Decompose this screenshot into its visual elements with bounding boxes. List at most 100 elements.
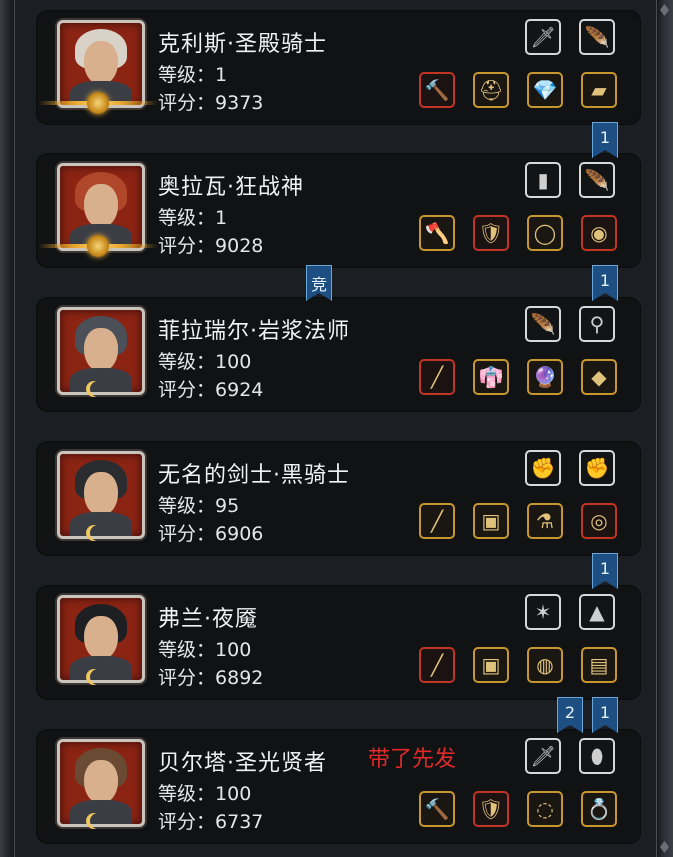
necklace-icon: ⚲ [589,312,605,336]
equipment-slot[interactable]: 🛡 [473,215,509,251]
hero-score: 评分：9028 [158,231,263,258]
bracelet-icon: ◌ [536,797,554,821]
equipment-slot[interactable]: ✶ [525,594,561,630]
equipment-slot[interactable]: ▲ [579,594,615,630]
hero-level: 等级：100 [158,779,251,806]
equipment-slot[interactable]: ◌ [527,791,563,827]
score-label: 评分： [158,235,216,257]
hero-card[interactable]: 无名的剑士·黑骑士 等级：95 评分：6906 ✊ ✊ ╱ ▣ ⚗ ◎ [36,441,641,556]
level-value: 1 [215,64,228,86]
score-label: 评分： [158,523,216,545]
equipment-slot[interactable]: 🔨 [419,791,455,827]
equipment-slot[interactable]: 👘 [473,359,509,395]
level-value: 100 [215,351,252,373]
equipment-slot[interactable]: ⬮ [579,738,615,774]
score-value: 6906 [215,523,264,545]
level-label: 等级： [158,64,216,86]
equipment-slot[interactable]: ▮ [525,162,561,198]
axe-icon: 🪓 [424,221,450,245]
score-label: 评分： [158,811,216,833]
hero-name: 贝尔塔·圣光贤者 [158,751,327,776]
equipment-slot[interactable]: ◆ [581,359,617,395]
potion-icon: ⚗ [536,509,554,533]
moon-badge-icon [90,813,106,829]
equipment-slot[interactable]: 💎 [527,72,563,108]
equipment-slot[interactable]: ⚗ [527,503,563,539]
level-value: 95 [215,495,240,517]
cloak-icon: ▤ [589,653,609,677]
spear-icon: ╱ [430,509,444,533]
gem-icon: 💎 [532,78,558,102]
hero-card[interactable]: 奥拉瓦·狂战神 等级：1 评分：9028 ▮ 🪶 🪓 🛡 ◯ ◉ [36,153,641,268]
hero-card[interactable]: 贝尔塔·圣光贤者 等级：100 评分：6737 带了先发 🗡 ⬮ 🔨 🛡 ◌ 💍 [36,729,641,844]
scroll-down-arrow-icon[interactable] [660,841,669,853]
score-value: 9028 [215,235,264,257]
equipment-slot[interactable]: ╱ [419,503,455,539]
equipment-slot[interactable]: 🔨 [419,72,455,108]
hero-level: 等级：1 [158,60,227,87]
score-label: 评分： [158,92,216,114]
helmet-icon: ⛑ [478,78,504,102]
hero-score: 评分：9373 [158,88,263,115]
level-label: 等级： [158,783,216,805]
left-frame-border [0,0,15,857]
score-label: 评分： [158,667,216,689]
equipment-slot[interactable]: ╱ [419,359,455,395]
portrait-face [84,328,118,372]
equipment-slot[interactable]: ⚲ [579,306,615,342]
hero-name: 菲拉瑞尔·岩浆法师 [158,319,350,344]
equipment-slot[interactable]: 🪓 [419,215,455,251]
hero-name: 弗兰·夜魇 [158,607,258,632]
equipment-slot[interactable]: 🪶 [579,162,615,198]
equipment-slot[interactable]: 💍 [581,791,617,827]
hero-name: 无名的剑士·黑骑士 [158,463,350,488]
equipment-slot[interactable]: ⛑ [473,72,509,108]
count-ribbon-tag: 2 [557,697,583,733]
equipment-slot[interactable]: ╱ [419,647,455,683]
sigil-icon: ✶ [534,600,552,624]
equipment-slot[interactable]: 🔮 [527,359,563,395]
chestplate-icon: ▣ [481,509,501,533]
hero-card[interactable]: 菲拉瑞尔·岩浆法师 等级：100 评分：6924 🪶 ⚲ ╱ 👘 🔮 ◆ [36,297,641,412]
hero-card[interactable]: 弗兰·夜魇 等级：100 评分：6892 ✶ ▲ ╱ ▣ ◍ ▤ [36,585,641,700]
equipment-slot[interactable]: ✊ [525,450,561,486]
equipment-slot[interactable]: ▣ [473,503,509,539]
equipment-slot[interactable]: ✊ [579,450,615,486]
bracer-icon: ▰ [591,78,607,102]
hero-card[interactable]: 克利斯·圣殿骑士 等级：1 评分：9373 🗡 🪶 🔨 ⛑ 💎 ▰ [36,10,641,125]
right-scrollbar[interactable] [656,0,673,857]
feather-icon: 🪶 [584,168,610,192]
scroll-up-arrow-icon[interactable] [660,4,669,16]
lance-icon: ╱ [430,653,444,677]
medallion-icon: ◎ [590,509,608,533]
equipment-slot[interactable]: ◍ [527,647,563,683]
score-value: 6737 [215,811,264,833]
equipment-slot[interactable]: ▰ [581,72,617,108]
equipment-slot[interactable]: 🗡 [525,19,561,55]
coin-ring-icon: ◍ [536,653,554,677]
equipment-slot[interactable]: ◉ [581,215,617,251]
level-label: 等级： [158,495,216,517]
portrait-face [84,472,118,516]
equipment-slot[interactable]: ▣ [473,647,509,683]
hero-score: 评分：6737 [158,807,263,834]
level-value: 1 [215,207,228,229]
hero-score: 评分：6924 [158,375,263,402]
equipment-slot[interactable]: 🛡 [473,791,509,827]
ring-icon: ◯ [533,221,557,245]
gauntlet-icon: ✊ [530,456,556,480]
equipment-slot[interactable]: 🪶 [579,19,615,55]
wing-icon: 🪶 [584,25,610,49]
equipment-slot[interactable]: 🪶 [525,306,561,342]
sun-badge-icon [87,235,109,257]
equipment-slot[interactable]: ◯ [527,215,563,251]
equipment-slot[interactable]: ▤ [581,647,617,683]
orb-icon: 🔮 [532,365,558,389]
portrait-face [84,184,118,228]
equipment-slot[interactable]: 🗡 [525,738,561,774]
armor-icon: 🛡 [478,221,504,245]
sapphire-ring-icon: 💍 [586,797,612,821]
level-value: 100 [215,783,252,805]
portrait-face [84,41,118,85]
equipment-slot[interactable]: ◎ [581,503,617,539]
